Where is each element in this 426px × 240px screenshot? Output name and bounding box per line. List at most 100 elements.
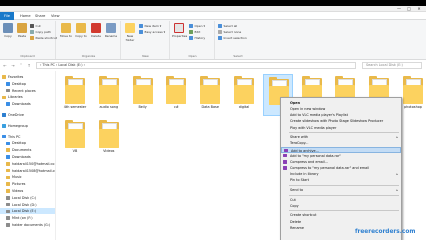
folder-item[interactable]: digital <box>229 74 259 116</box>
search-input[interactable]: Search Local Disk (E:) <box>362 62 422 69</box>
winrar-icon <box>283 166 287 170</box>
nav-item[interactable]: Favorites <box>0 74 55 80</box>
winrar-icon <box>283 153 287 158</box>
nav-item-label: haidarali150@hotmail.co <box>12 161 55 166</box>
context-menu-item[interactable]: Play with VLC media player <box>281 125 401 131</box>
tab-view[interactable]: View <box>48 13 63 20</box>
context-menu-item[interactable]: Add to "my personal data.rar" <box>281 153 401 159</box>
open-icon <box>189 24 193 28</box>
nav-item-icon <box>6 148 10 152</box>
context-menu-label: Copy <box>290 203 299 208</box>
back-arrow-icon[interactable]: ← <box>2 63 8 69</box>
copy-path-button[interactable]: Copy path <box>30 30 51 35</box>
context-menu-item[interactable]: Open <box>281 100 401 106</box>
nav-item-icon <box>6 175 10 180</box>
copy-button[interactable]: Copy <box>1 23 15 38</box>
invert-selection-button[interactable]: Invert selection <box>218 36 247 41</box>
nav-item[interactable]: Local Disk (D:) <box>0 202 55 208</box>
context-menu-item[interactable]: Pin to Start <box>281 177 401 183</box>
open-button[interactable]: Open ▾ <box>189 24 205 29</box>
select-none-button[interactable]: Select none <box>218 30 241 35</box>
nav-item-icon <box>6 189 10 193</box>
context-menu-item[interactable]: Create slideshow with Photo Stage Slides… <box>281 118 401 124</box>
context-menu-item[interactable]: Compress and email... <box>281 159 401 165</box>
folder-item[interactable]: Beily <box>128 74 158 116</box>
nav-item-label: Local Disk (C:) <box>12 195 37 200</box>
nav-item-icon <box>6 216 10 220</box>
edit-button[interactable]: Edit <box>189 30 200 35</box>
select-all-button[interactable]: Select all <box>218 24 237 29</box>
nav-item[interactable]: Local Disk (E:) <box>0 208 55 215</box>
nav-item[interactable]: haidarali1508@hotmail.co <box>0 168 55 174</box>
clipboard-label: Clipboard <box>20 54 35 58</box>
nav-item-icon <box>6 102 10 106</box>
context-menu-item[interactable]: Send to ▸ <box>281 187 401 193</box>
history-icon <box>189 36 193 40</box>
nav-item[interactable]: Desktop <box>0 81 55 87</box>
nav-item[interactable]: Downloads <box>0 101 55 107</box>
tab-file[interactable]: File <box>0 12 14 20</box>
folder-item[interactable]: photoshop <box>398 74 426 116</box>
nav-item[interactable]: Music <box>0 174 55 180</box>
recent-chevron-icon[interactable]: ˅ <box>18 63 24 69</box>
new-folder-button[interactable]: New folder <box>123 23 137 42</box>
up-arrow-icon[interactable]: ↑ <box>26 63 32 69</box>
folder-label: Beily <box>138 105 147 109</box>
context-menu-item[interactable]: Share with ▸ <box>281 134 401 140</box>
folder-item[interactable]: c# <box>161 74 191 116</box>
delete-button[interactable]: Delete <box>89 23 103 38</box>
rename-button[interactable]: Rename <box>104 23 118 38</box>
new-item-button[interactable]: New item ▾ <box>139 24 161 29</box>
paste-button[interactable]: Paste <box>15 23 29 38</box>
nav-item[interactable]: Downloads <box>0 154 55 160</box>
nav-item-label: Favorites <box>8 75 24 79</box>
ribbon-tabs: File Home Share View <box>0 12 426 20</box>
tab-share[interactable]: Share <box>32 13 48 20</box>
nav-item-label: Homegroup <box>8 123 28 128</box>
nav-item[interactable]: Pictures <box>0 181 55 187</box>
edit-icon <box>189 30 193 34</box>
nav-item[interactable]: haider documents (G:) <box>0 222 55 228</box>
nav-item[interactable]: Videos <box>0 188 55 194</box>
forward-arrow-icon[interactable]: → <box>10 63 16 69</box>
context-menu-item[interactable]: Delete <box>281 219 401 225</box>
context-menu-item[interactable]: Include in library ▸ <box>281 171 401 177</box>
nav-item[interactable]: Libraries <box>0 94 55 100</box>
nav-item[interactable]: Mint (on (F:) <box>0 215 55 221</box>
folder-item[interactable]: Data Base <box>195 74 225 116</box>
context-menu-item[interactable]: Add to VLC media player's Playlist <box>281 112 401 118</box>
nav-item[interactable]: OneDrive <box>0 112 55 118</box>
context-menu-item[interactable]: Copy <box>281 203 401 209</box>
nav-item[interactable]: This PC <box>0 134 55 140</box>
copy-to-button[interactable]: Copy to <box>74 23 88 38</box>
context-menu-item[interactable]: Cut <box>281 197 401 203</box>
cut-button[interactable]: Cut <box>30 24 41 29</box>
context-menu-item[interactable]: Add to archive... <box>281 146 401 153</box>
properties-button[interactable]: Properties <box>172 23 187 38</box>
address-bar[interactable]: › This PC › Local Disk (E:) › <box>36 62 356 69</box>
nav-item[interactable]: Local Disk (C:) <box>0 195 55 201</box>
context-menu-item[interactable]: Open in new window <box>281 106 401 112</box>
folder-item[interactable]: 4th semester <box>60 74 90 116</box>
history-button[interactable]: History <box>189 36 205 41</box>
context-menu-label: TeraCopy... <box>290 141 309 146</box>
move-to-button[interactable]: Move to <box>59 23 73 38</box>
nav-item[interactable]: Desktop <box>0 140 55 146</box>
easy-access-button[interactable]: Easy access ▾ <box>139 30 165 35</box>
folder-item[interactable]: VB <box>60 118 90 160</box>
nav-item[interactable]: Recent places <box>0 88 55 94</box>
folder-label: Data Base <box>201 105 219 109</box>
context-menu-item[interactable]: Create shortcut <box>281 212 401 218</box>
context-menu-item[interactable]: Compress to "my personal data.rar" and e… <box>281 165 401 171</box>
nav-item-icon <box>6 196 10 200</box>
folder-item[interactable]: Videos <box>94 118 124 160</box>
context-menu-label: Share with <box>290 135 309 140</box>
copy-to-icon <box>76 23 86 33</box>
folder-item[interactable]: audio song <box>94 74 124 116</box>
paste-shortcut-button[interactable]: Paste shortcut <box>30 36 57 41</box>
nav-item[interactable]: haidarali150@hotmail.co <box>0 161 55 167</box>
folder-icon <box>98 120 119 148</box>
context-menu-item[interactable]: TeraCopy... <box>281 140 401 146</box>
nav-item[interactable]: Homegroup <box>0 123 55 129</box>
nav-item[interactable]: Documents <box>0 147 55 153</box>
